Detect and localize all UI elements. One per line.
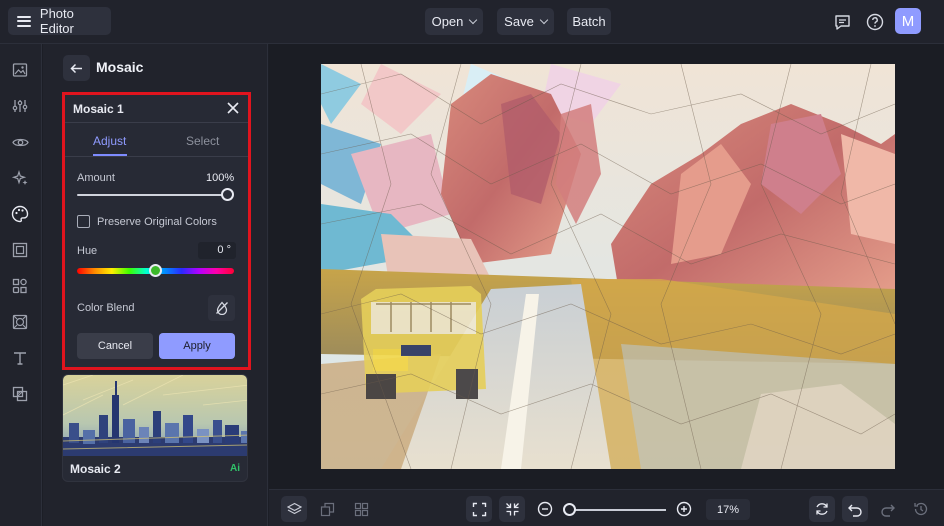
grid-icon[interactable] <box>348 496 374 522</box>
amount-slider-track[interactable] <box>77 194 227 196</box>
texture-icon[interactable] <box>10 312 30 332</box>
chevron-down-icon <box>539 15 549 24</box>
feedback-icon[interactable] <box>829 9 855 35</box>
shrink-icon[interactable] <box>499 496 525 522</box>
preset-card[interactable]: Mosaic 2 Ai <box>62 374 248 482</box>
avatar-letter: M <box>901 12 915 30</box>
cancel-button[interactable]: Cancel <box>77 333 153 359</box>
effect-title: Mosaic 1 <box>73 102 124 116</box>
layers-icon[interactable] <box>281 496 307 522</box>
redo-icon[interactable] <box>875 496 901 522</box>
avatar[interactable]: M <box>895 8 921 34</box>
color-blend-label: Color Blend <box>77 302 135 314</box>
batch-label: Batch <box>572 14 606 29</box>
amount-value: 100% <box>206 172 235 184</box>
effects-panel: Mosaic Mosaic 1 Adjust Select Amount 100… <box>43 44 268 526</box>
back-button[interactable] <box>63 55 90 81</box>
close-icon[interactable] <box>226 101 240 115</box>
history-icon[interactable] <box>908 496 934 522</box>
fit-screen-icon[interactable] <box>466 496 492 522</box>
frame-icon[interactable] <box>10 240 30 260</box>
palette-icon[interactable] <box>10 204 30 224</box>
refresh-icon[interactable] <box>809 496 835 522</box>
open-button[interactable]: Open <box>425 8 483 35</box>
hue-value-input[interactable]: 0 ° <box>198 242 236 259</box>
preserve-colors-checkbox[interactable] <box>77 215 90 228</box>
zoom-in-icon[interactable] <box>671 496 697 522</box>
tool-rail <box>0 44 42 526</box>
preserve-colors-label: Preserve Original Colors <box>97 216 217 228</box>
copy-icon[interactable] <box>314 496 340 522</box>
undo-icon[interactable] <box>842 496 868 522</box>
shapes-icon[interactable] <box>10 276 30 296</box>
preset-thumbnail <box>63 375 247 456</box>
zoom-slider-handle[interactable] <box>563 503 576 516</box>
batch-button[interactable]: Batch <box>567 8 611 35</box>
sparkles-icon[interactable] <box>10 168 30 188</box>
zoom-slider-track[interactable] <box>570 509 666 511</box>
tab-adjust[interactable]: Adjust <box>93 134 126 148</box>
effect-settings-card: Mosaic 1 Adjust Select Amount 100% Prese… <box>62 92 251 370</box>
divider <box>65 156 248 157</box>
arrow-left-icon <box>70 63 82 73</box>
ai-badge: Ai <box>230 463 240 474</box>
chevron-down-icon <box>469 15 478 24</box>
app-menu-button[interactable]: Photo Editor <box>8 6 111 36</box>
apply-button[interactable]: Apply <box>159 333 235 359</box>
image-icon[interactable] <box>10 60 30 80</box>
canvas-area <box>269 44 944 489</box>
open-label: Open <box>431 14 464 29</box>
tab-select[interactable]: Select <box>186 134 219 148</box>
layers-overlay-icon[interactable] <box>10 384 30 404</box>
no-blend-icon <box>215 301 228 315</box>
hue-label: Hue <box>77 245 98 257</box>
canvas-image[interactable] <box>321 64 895 469</box>
card-header: Mosaic 1 <box>65 95 248 123</box>
hamburger-icon <box>17 15 31 27</box>
amount-slider-handle[interactable] <box>221 188 234 201</box>
zoom-percent[interactable]: 17% <box>706 499 750 520</box>
panel-title: Mosaic <box>96 59 144 75</box>
bottom-toolbar: 17% <box>269 489 944 526</box>
hue-slider-handle[interactable] <box>148 264 162 277</box>
sliders-icon[interactable] <box>10 96 30 116</box>
eye-icon[interactable] <box>10 132 30 152</box>
save-button[interactable]: Save <box>497 8 554 35</box>
zoom-out-icon[interactable] <box>532 496 558 522</box>
top-bar: Photo Editor Open Save Batch M <box>0 0 944 44</box>
help-icon[interactable] <box>862 9 888 35</box>
color-blend-button[interactable] <box>208 295 235 321</box>
preset-name: Mosaic 2 <box>70 462 121 476</box>
app-title: Photo Editor <box>39 6 74 36</box>
amount-label: Amount <box>77 172 115 184</box>
text-icon[interactable] <box>10 348 30 368</box>
save-label: Save <box>504 14 534 29</box>
